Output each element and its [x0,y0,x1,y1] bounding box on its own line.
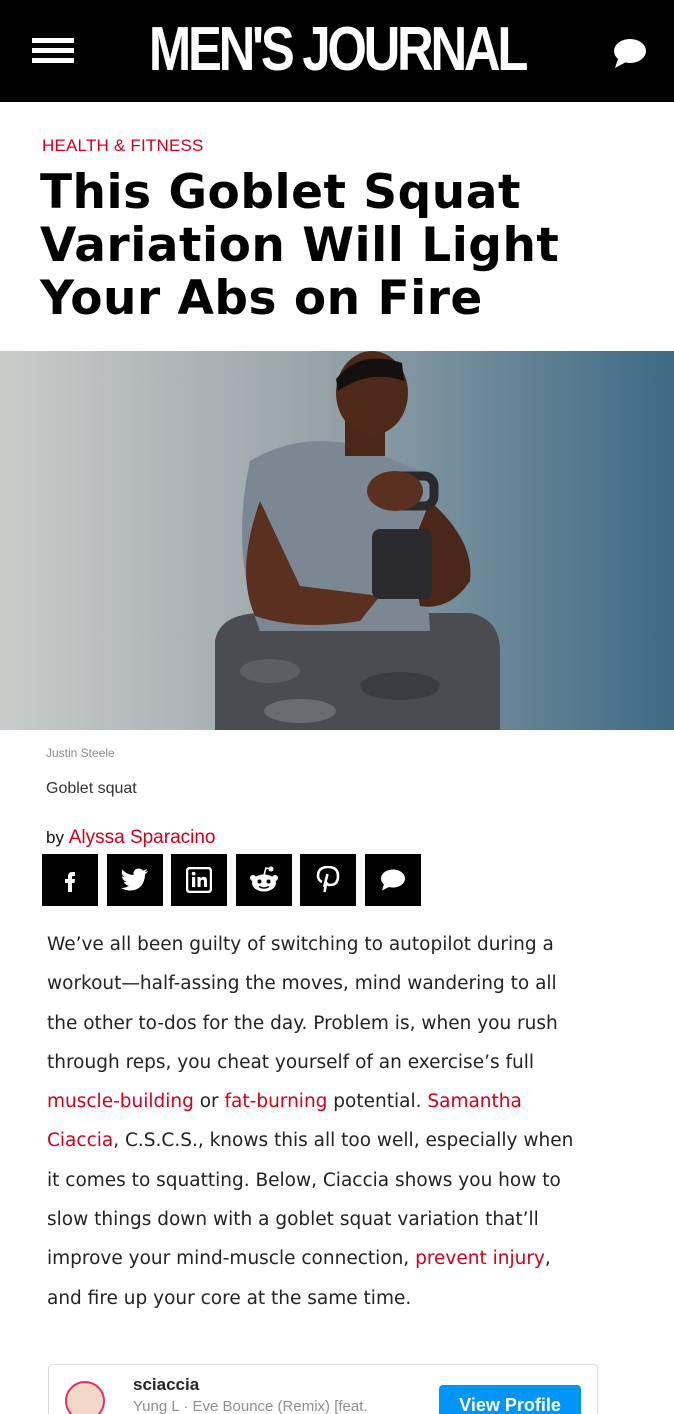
linkedin-icon [186,867,212,893]
reddit-icon [250,866,278,892]
comment-share-button[interactable] [365,854,421,906]
article-headline: This Goblet Squat Variation Will Light Y… [40,165,560,326]
fat-burning-link[interactable]: fat-burning [225,1091,328,1112]
avatar[interactable] [65,1381,105,1414]
facebook-share-button[interactable] [42,854,98,906]
body-text-fragment: or [193,1091,225,1113]
samantha-ciaccia-link[interactable]: Samantha [427,1091,521,1112]
site-logo[interactable]: MEN'S JOURNAL [61,14,614,86]
instagram-username[interactable]: sciaccia [133,1375,199,1395]
twitter-icon [121,868,148,891]
body-text-fragment: potential. [327,1091,428,1113]
article-category[interactable]: HEALTH & FITNESS [42,136,204,156]
byline-prefix: by [46,828,64,847]
body-line: the other to-dos for the day. Problem is… [47,1012,558,1034]
body-line: through reps, you cheat yourself of an e… [47,1051,534,1073]
comment-icon [381,869,405,891]
body-line: it comes to squatting. Below, Ciaccia sh… [47,1169,561,1191]
body-line: slow things down with a goblet squat var… [47,1209,539,1231]
facebook-icon [65,872,75,892]
samantha-ciaccia-link[interactable]: Ciaccia [47,1130,113,1151]
body-text-fragment: improve your mind-muscle connection, [47,1248,416,1270]
body-line: muscle-building or fat-burning potential… [47,1082,617,1121]
body-line: and fire up your core at the same time. [47,1287,412,1309]
byline: by Alyssa Sparacino [46,827,216,849]
twitter-share-button[interactable] [107,854,163,906]
article-body: We’ve all been guilty of switching to au… [47,925,617,1318]
speech-bubble-icon[interactable] [612,37,648,69]
body-line: improve your mind-muscle connection, pre… [47,1239,617,1278]
instagram-embed: sciaccia Yung L · Eve Bounce (Remix) [fe… [48,1364,598,1414]
image-caption: Goblet squat [46,780,137,797]
image-credit: Justin Steele [46,746,115,760]
pinterest-share-button[interactable] [300,854,356,906]
muscle-building-link[interactable]: muscle-building [47,1091,194,1112]
reddit-share-button[interactable] [236,854,292,906]
pinterest-icon [316,866,340,893]
instagram-audio-subtitle: Yung L · Eve Bounce (Remix) [feat. [133,1398,368,1414]
body-text-fragment: , C.S.C.S., knows this all too well, esp… [113,1130,574,1152]
view-profile-button[interactable]: View Profile [439,1385,581,1414]
linkedin-share-button[interactable] [171,854,227,906]
body-line: workout—half-assing the moves, mind wand… [47,973,557,995]
author-link[interactable]: Alyssa Sparacino [69,827,216,848]
prevent-injury-link[interactable]: prevent injury [415,1248,545,1269]
body-line: We’ve all been guilty of switching to au… [47,934,554,955]
hero-image [0,351,674,730]
body-text-fragment: , [544,1248,551,1270]
site-header: MEN'S JOURNAL [0,0,674,102]
body-line: Ciaccia, C.S.C.S., knows this all too we… [47,1121,617,1160]
